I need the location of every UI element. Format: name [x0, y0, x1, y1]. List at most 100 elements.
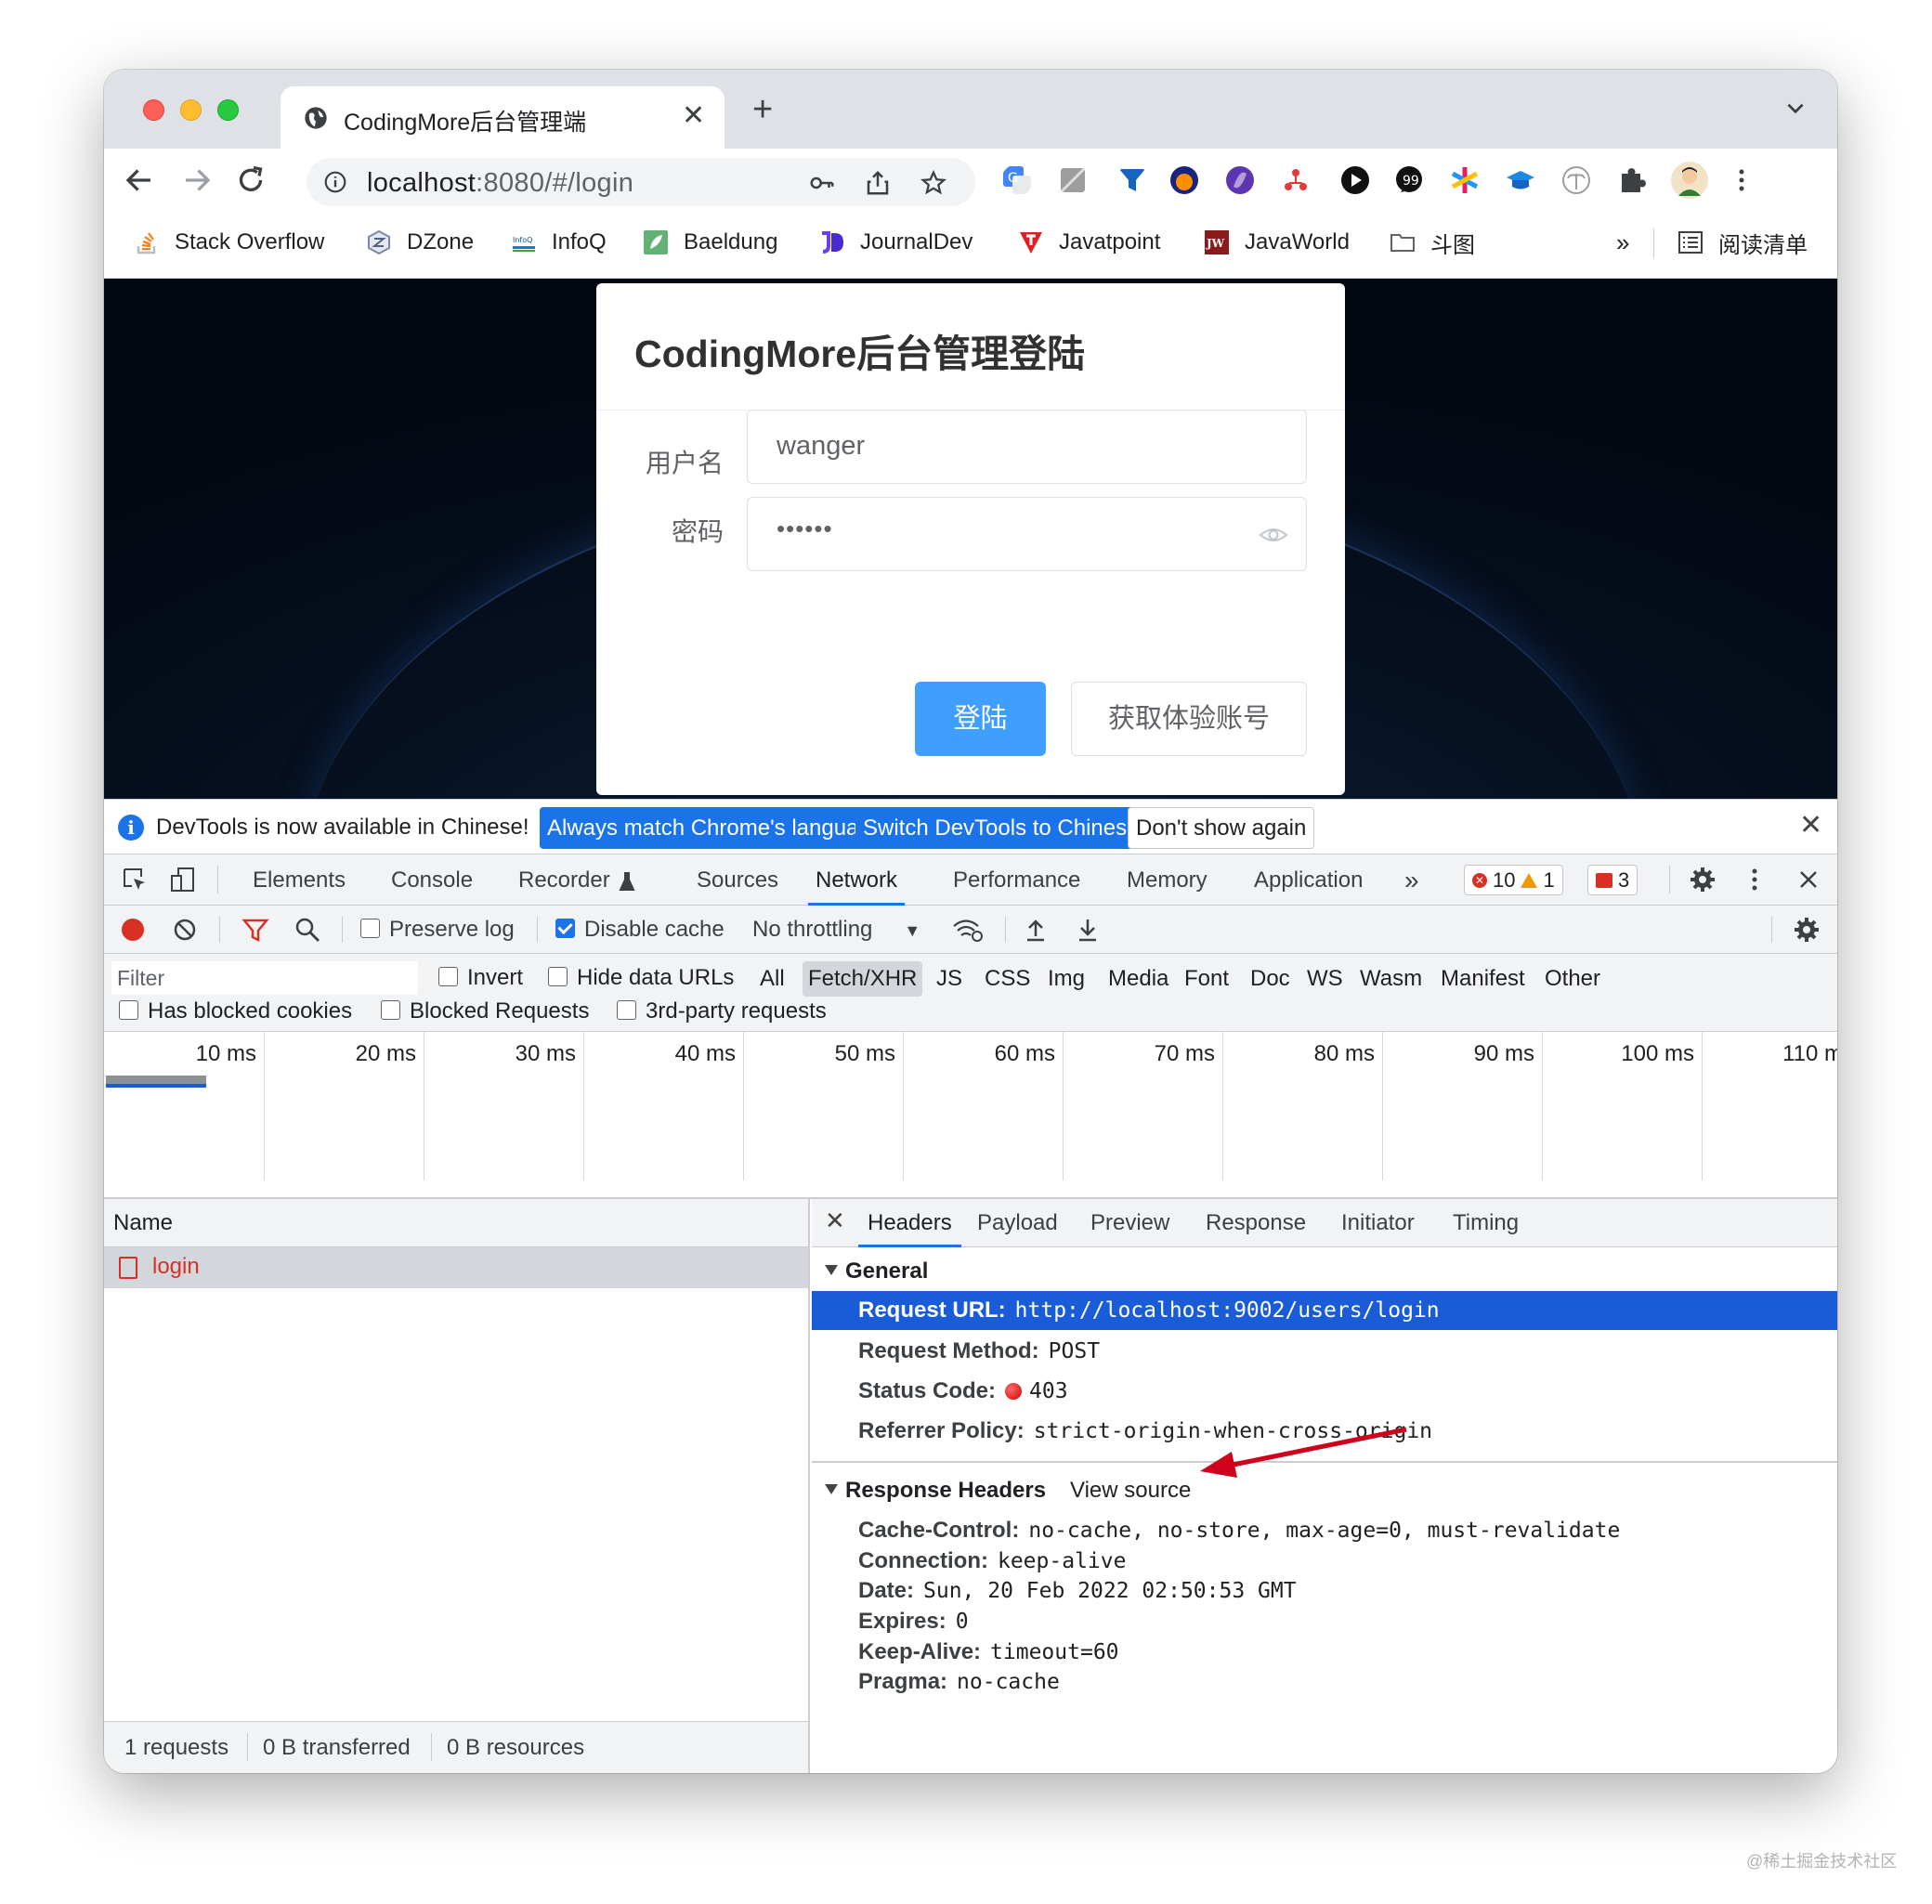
browser-tab[interactable]: CodingMore后台管理端 ✕ — [281, 86, 724, 149]
network-overview-timeline[interactable]: 10 ms 20 ms 30 ms 40 ms 50 ms 60 ms 70 ms 80 ms… — [104, 1032, 1837, 1199]
type-media[interactable]: Media — [1103, 961, 1174, 997]
switch-to-chinese-button[interactable]: Switch DevTools to Chinese — [855, 807, 1147, 849]
type-js[interactable]: JS — [931, 961, 968, 997]
extension-palm-icon[interactable] — [1560, 164, 1592, 196]
type-img[interactable]: Img — [1042, 961, 1090, 997]
extension-square-icon[interactable] — [1057, 164, 1089, 196]
address-bar[interactable]: localhost:8080/#/login — [307, 158, 975, 206]
tab-payload[interactable]: Payload — [977, 1199, 1058, 1247]
translate-extension-icon[interactable]: G — [1001, 164, 1033, 196]
tab-initiator[interactable]: Initiator — [1341, 1199, 1415, 1247]
type-fetch-xhr[interactable]: Fetch/XHR — [803, 961, 923, 997]
inspect-element-icon[interactable] — [121, 866, 149, 893]
close-tab-icon[interactable]: ✕ — [682, 99, 705, 132]
hide-data-urls-checkbox[interactable]: Hide data URLs — [548, 965, 734, 991]
view-source-link[interactable]: View source — [1070, 1478, 1191, 1504]
issues-badge[interactable]: 3 — [1587, 865, 1638, 895]
type-other[interactable]: Other — [1539, 961, 1606, 997]
login-button[interactable]: 登陆 — [915, 682, 1046, 756]
avatar[interactable] — [1670, 161, 1709, 200]
dont-show-again-button[interactable]: Don't show again — [1128, 807, 1315, 849]
record-icon[interactable] — [119, 916, 147, 944]
general-row-request-url[interactable]: Request URL: http://localhost:9002/users/… — [812, 1291, 1837, 1330]
response-header-row[interactable]: Pragma: no-cache — [812, 1663, 1837, 1702]
response-headers-section-header[interactable]: Response Headers — [825, 1478, 1046, 1504]
third-party-requests-checkbox[interactable]: 3rd-party requests — [617, 998, 827, 1024]
tab-recorder[interactable]: Recorder — [518, 854, 636, 906]
type-doc[interactable]: Doc — [1245, 961, 1296, 997]
bookmark-stack-overflow[interactable]: Stack Overflow — [134, 227, 324, 258]
username-input[interactable]: wanger — [747, 410, 1307, 484]
search-icon[interactable] — [294, 916, 321, 944]
tab-performance[interactable]: Performance — [953, 854, 1080, 906]
type-css[interactable]: CSS — [979, 961, 1036, 997]
close-icon[interactable]: ✕ — [1799, 809, 1822, 841]
bookmark-journaldev[interactable]: JournalDev — [819, 227, 973, 258]
key-icon[interactable] — [808, 169, 836, 197]
console-errors-warnings-badge[interactable]: ✕ 10 1 — [1464, 865, 1563, 895]
throttling-select[interactable]: No throttling ▼ — [752, 906, 920, 954]
tab-headers[interactable]: Headers — [858, 1199, 961, 1247]
tab-network[interactable]: Network — [808, 854, 906, 906]
more-tabs-button[interactable]: » — [1404, 854, 1419, 906]
extension-fox-icon[interactable] — [1168, 164, 1200, 196]
invert-checkbox[interactable]: Invert — [438, 965, 523, 991]
back-icon[interactable] — [123, 163, 156, 197]
tab-timing[interactable]: Timing — [1453, 1199, 1519, 1247]
bookmark-infoq[interactable]: InfoQ InfoQ — [511, 227, 607, 258]
type-ws[interactable]: WS — [1301, 961, 1349, 997]
type-font[interactable]: Font — [1179, 961, 1234, 997]
bookmark-dzone[interactable]: DZone — [366, 227, 474, 258]
extension-play-icon[interactable] — [1339, 164, 1371, 196]
device-toolbar-icon[interactable] — [169, 866, 197, 893]
reload-icon[interactable] — [234, 163, 268, 197]
chevron-down-icon[interactable] — [1783, 96, 1808, 120]
get-trial-account-button[interactable]: 获取体验账号 — [1071, 682, 1307, 756]
extension-tree-icon[interactable] — [1280, 164, 1312, 196]
bookmark-javatpoint[interactable]: Javatpoint — [1018, 227, 1160, 258]
eye-icon[interactable] — [1259, 522, 1288, 548]
type-manifest[interactable]: Manifest — [1435, 961, 1531, 997]
type-wasm[interactable]: Wasm — [1354, 961, 1428, 997]
bookmark-doutu-folder[interactable]: 斗图 — [1390, 227, 1475, 258]
always-match-language-button[interactable]: Always match Chrome's language — [540, 807, 892, 849]
close-details-icon[interactable]: ✕ — [825, 1206, 845, 1235]
extension-asterisk-icon[interactable] — [1449, 164, 1481, 196]
share-icon[interactable] — [864, 169, 892, 197]
forward-icon[interactable] — [180, 163, 214, 197]
close-window-button[interactable] — [143, 99, 164, 121]
password-input[interactable]: •••••• — [747, 497, 1307, 571]
name-column-header[interactable]: Name — [104, 1199, 808, 1247]
general-row-referrer-policy[interactable]: Referrer Policy: strict-origin-when-cross… — [812, 1412, 1837, 1451]
bookmark-javaworld[interactable]: JW JavaWorld — [1204, 227, 1350, 258]
settings-gear-icon[interactable] — [1689, 866, 1717, 893]
tab-elements[interactable]: Elements — [253, 854, 346, 906]
tab-response[interactable]: Response — [1206, 1199, 1306, 1247]
export-har-icon[interactable] — [1074, 916, 1102, 944]
tab-console[interactable]: Console — [391, 854, 473, 906]
network-settings-gear-icon[interactable] — [1793, 916, 1821, 944]
blocked-requests-checkbox[interactable]: Blocked Requests — [381, 998, 589, 1024]
general-section-header[interactable]: General — [825, 1258, 928, 1285]
star-icon[interactable] — [920, 169, 947, 197]
import-har-icon[interactable] — [1022, 916, 1050, 944]
puzzle-icon[interactable] — [1616, 164, 1648, 196]
preserve-log-checkbox[interactable]: Preserve log — [360, 906, 515, 954]
more-vert-icon[interactable] — [1726, 164, 1757, 196]
extension-swirl-icon[interactable] — [1224, 164, 1256, 196]
filter-funnel-icon[interactable] — [242, 916, 269, 944]
more-vert-icon[interactable] — [1741, 866, 1769, 893]
extension-quote-icon[interactable]: 99 — [1393, 164, 1425, 196]
network-conditions-icon[interactable] — [951, 916, 985, 944]
bookmarks-overflow-button[interactable]: » — [1616, 227, 1629, 258]
tab-application[interactable]: Application — [1254, 854, 1363, 906]
info-icon[interactable] — [323, 170, 347, 194]
clear-icon[interactable] — [171, 916, 199, 944]
general-row-request-method[interactable]: Request Method: POST — [812, 1332, 1837, 1371]
bookmark-baeldung[interactable]: Baeldung — [643, 227, 777, 258]
tab-memory[interactable]: Memory — [1127, 854, 1208, 906]
has-blocked-cookies-checkbox[interactable]: Has blocked cookies — [119, 998, 352, 1024]
tab-preview[interactable]: Preview — [1090, 1199, 1169, 1247]
extension-cap-icon[interactable] — [1505, 164, 1536, 196]
minimize-window-button[interactable] — [180, 99, 202, 121]
